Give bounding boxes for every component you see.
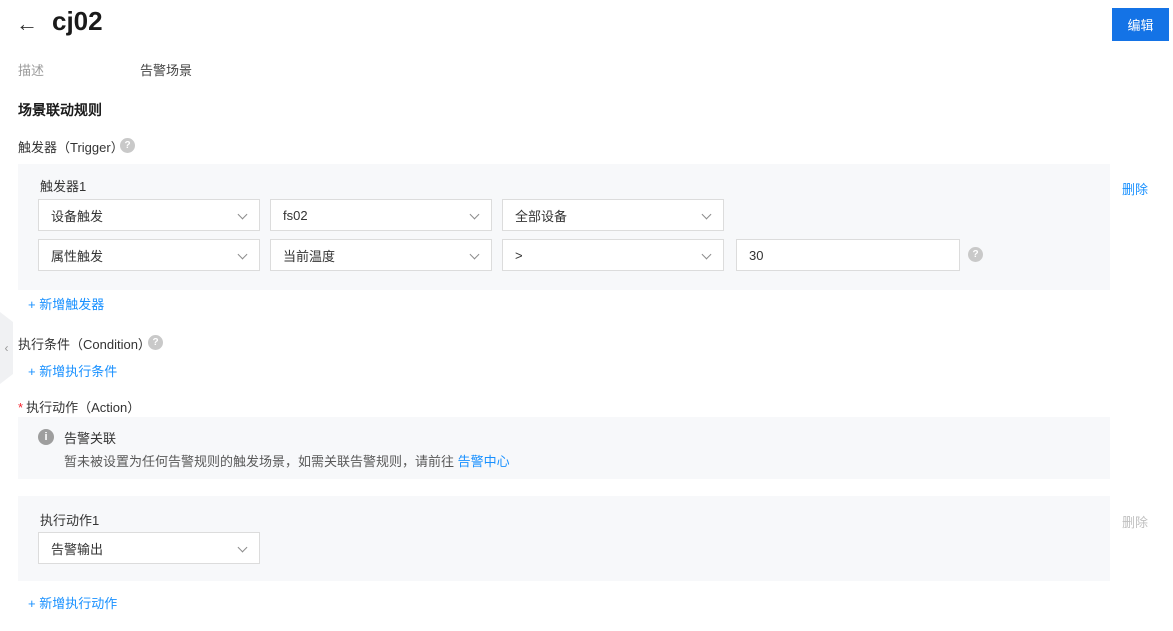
trigger-type-select[interactable]: 设备触发 bbox=[38, 199, 260, 231]
trigger-card-title: 触发器1 bbox=[40, 179, 87, 194]
chevron-down-icon bbox=[469, 249, 480, 260]
notice-text-body: 暂未被设置为任何告警规则的触发场景，如需关联告警规则，请前往 bbox=[64, 454, 458, 469]
trigger-field-label: 触发器（Trigger） bbox=[18, 140, 124, 155]
chevron-down-icon bbox=[237, 542, 248, 553]
action-field-label: * 执行动作（Action） bbox=[18, 397, 140, 416]
chevron-down-icon bbox=[237, 249, 248, 260]
trigger-operator-select[interactable]: > bbox=[502, 239, 724, 271]
chevron-down-icon bbox=[469, 209, 480, 220]
action-type-value: 告警输出 bbox=[51, 541, 104, 557]
sidebar-collapse-handle[interactable]: ‹ bbox=[0, 312, 13, 384]
trigger-product-select[interactable]: fs02 bbox=[270, 199, 492, 231]
trigger-value-text: 30 bbox=[749, 247, 764, 263]
edit-button[interactable]: 编辑 bbox=[1112, 8, 1169, 41]
trigger-value-input[interactable]: 30 bbox=[736, 239, 960, 271]
chevron-down-icon bbox=[701, 209, 712, 220]
action-field-label-text: 执行动作（Action） bbox=[26, 400, 141, 415]
trigger-mode-value: 属性触发 bbox=[51, 248, 104, 264]
chevron-down-icon bbox=[237, 209, 248, 220]
trigger-device-select[interactable]: 全部设备 bbox=[502, 199, 724, 231]
trigger-delete-link[interactable]: 删除 bbox=[1122, 179, 1148, 198]
add-trigger-link[interactable]: + 新增触发器 bbox=[28, 294, 104, 313]
trigger-value-help-icon[interactable]: ? bbox=[968, 247, 983, 262]
add-condition-link[interactable]: + 新增执行条件 bbox=[28, 361, 117, 380]
alert-center-link[interactable]: 告警中心 bbox=[458, 454, 510, 469]
alert-association-notice: i 告警关联 暂未被设置为任何告警规则的触发场景，如需关联告警规则，请前往 告警… bbox=[18, 417, 1110, 479]
page-title: cj02 bbox=[52, 6, 103, 36]
trigger-card: 触发器1 设备触发 fs02 全部设备 属性触发 当前温度 > 30 ? bbox=[18, 164, 1110, 290]
trigger-operator-value: > bbox=[515, 247, 523, 263]
required-asterisk: * bbox=[18, 400, 24, 415]
action-card-title: 执行动作1 bbox=[40, 513, 100, 528]
notice-title: 告警关联 bbox=[64, 431, 117, 446]
trigger-device-value: 全部设备 bbox=[515, 208, 568, 224]
description-label: 描述 bbox=[18, 63, 45, 78]
scene-rule-page: ← cj02 编辑 描述 告警场景 场景联动规则 触发器（Trigger） ? … bbox=[0, 0, 1173, 631]
trigger-mode-select[interactable]: 属性触发 bbox=[38, 239, 260, 271]
trigger-property-value: 当前温度 bbox=[283, 248, 336, 264]
condition-field-label: 执行条件（Condition） bbox=[18, 337, 151, 352]
chevron-left-icon: ‹ bbox=[4, 341, 9, 355]
trigger-product-value: fs02 bbox=[283, 207, 308, 223]
info-icon: i bbox=[38, 429, 54, 445]
back-arrow-icon[interactable]: ← bbox=[16, 10, 38, 38]
trigger-type-value: 设备触发 bbox=[51, 208, 104, 224]
trigger-help-icon[interactable]: ? bbox=[120, 138, 135, 153]
chevron-down-icon bbox=[701, 249, 712, 260]
add-action-link[interactable]: + 新增执行动作 bbox=[28, 593, 117, 612]
condition-help-icon[interactable]: ? bbox=[148, 335, 163, 350]
action-delete-link-disabled: 删除 bbox=[1122, 515, 1149, 530]
action-type-select[interactable]: 告警输出 bbox=[38, 532, 260, 564]
description-value: 告警场景 bbox=[140, 63, 193, 78]
notice-text: 暂未被设置为任何告警规则的触发场景，如需关联告警规则，请前往 告警中心 bbox=[64, 451, 510, 470]
section-title: 场景联动规则 bbox=[18, 102, 102, 118]
trigger-property-select[interactable]: 当前温度 bbox=[270, 239, 492, 271]
action-card: 执行动作1 告警输出 bbox=[18, 496, 1110, 581]
